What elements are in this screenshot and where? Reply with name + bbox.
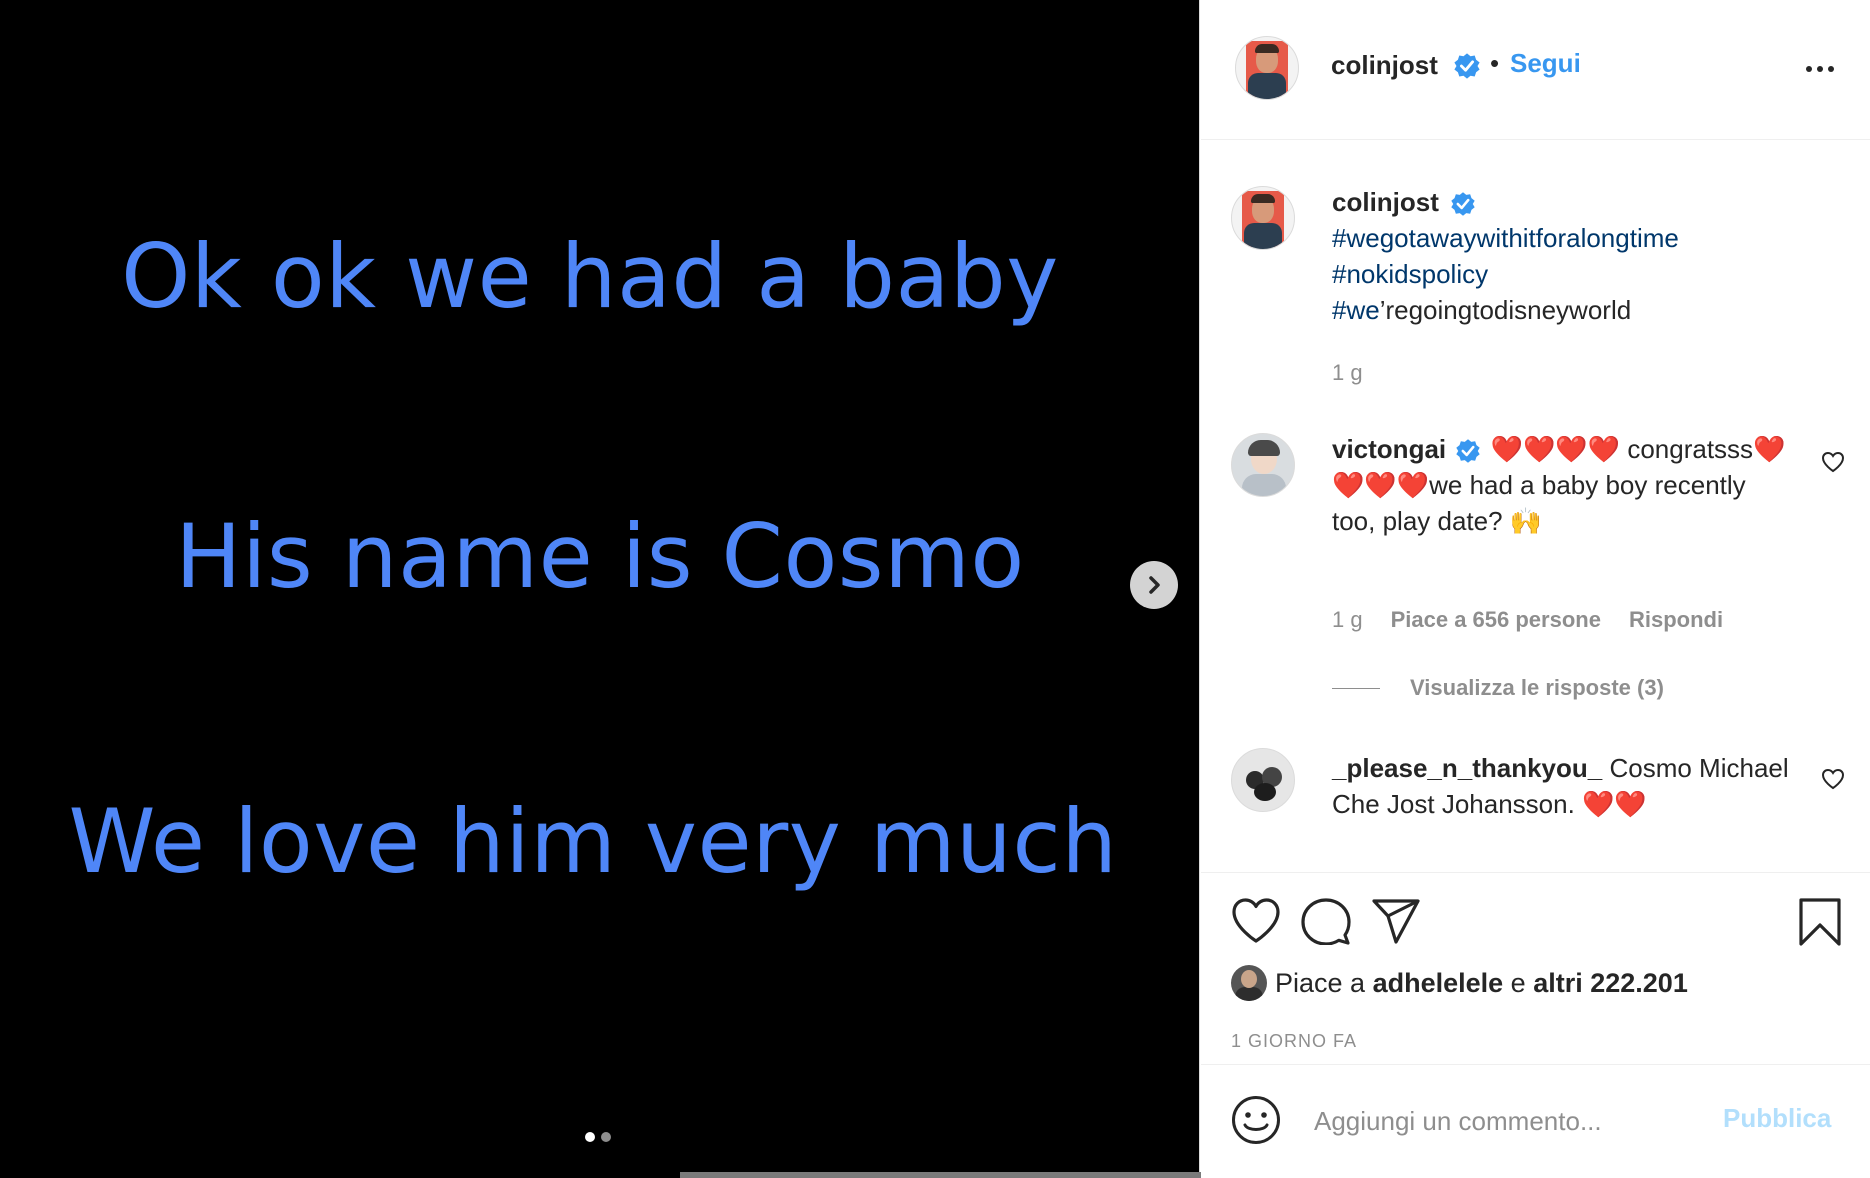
carousel-dot-1 (585, 1132, 595, 1142)
comment-meta: 1 g Piace a 656 persone Rispondi (1332, 607, 1723, 633)
bookmark-icon[interactable] (1798, 897, 1842, 947)
post-timestamp[interactable]: 1 GIORNO FA (1231, 1031, 1357, 1052)
carousel-indicator (585, 1132, 611, 1142)
comment-input[interactable] (1314, 1099, 1734, 1143)
comment-username[interactable]: _please_n_thankyou_ (1332, 753, 1602, 783)
heart-icon[interactable] (1821, 450, 1845, 474)
likes-summary[interactable]: Piace a adhelelele e altri 222.201 (1231, 965, 1688, 1001)
media-text-line-2: His name is Cosmo (175, 505, 1025, 608)
comment: _please_n_thankyou_ Cosmo Michael Che Jo… (1332, 750, 1792, 822)
carousel-dot-2 (601, 1132, 611, 1142)
emoji-smiley-icon[interactable] (1231, 1095, 1281, 1145)
comment-username[interactable]: victongai (1332, 434, 1446, 464)
verified-badge-icon (1454, 53, 1480, 79)
publish-button[interactable]: Pubblica (1723, 1103, 1831, 1134)
post-actions: Piace a adhelelele e altri 222.201 1 GIO… (1201, 872, 1870, 1064)
media-text-line-3: We love him very much (68, 790, 1118, 893)
verified-badge-icon (1456, 439, 1481, 463)
comment-bubble-icon[interactable] (1301, 897, 1351, 945)
hashtag-link[interactable]: #wegotawaywithitforalongtime (1332, 223, 1679, 253)
like-heart-icon[interactable] (1231, 897, 1281, 945)
avatar[interactable] (1231, 965, 1267, 1001)
add-comment-bar: Pubblica (1201, 1064, 1870, 1178)
comments-section[interactable]: colinjost #wegotawaywithitforalongtime #… (1201, 140, 1870, 872)
chevron-right-icon (1149, 576, 1160, 594)
hashtag-link[interactable]: #nokidspolicy (1332, 259, 1488, 289)
comment-likes-count[interactable]: Piace a 656 persone (1391, 607, 1601, 633)
caption-time[interactable]: 1 g (1332, 360, 1363, 386)
avatar[interactable] (1231, 433, 1295, 497)
view-replies-label: Visualizza le risposte (3) (1410, 675, 1664, 700)
more-options-icon[interactable] (1806, 66, 1834, 72)
view-replies-button[interactable]: Visualizza le risposte (3) (1332, 675, 1664, 701)
avatar[interactable] (1231, 748, 1295, 812)
header-username[interactable]: colinjost (1331, 50, 1438, 81)
media-text-line-1: Ok ok we had a baby (121, 225, 1059, 328)
comment: victongai ❤️❤️❤️❤️ congratsss❤️❤️❤️❤️we … (1332, 431, 1792, 539)
likes-text: Piace a adhelelele e altri 222.201 (1275, 967, 1688, 998)
liker-username[interactable]: adhelelele (1373, 968, 1504, 998)
post-header: colinjost • Segui (1201, 0, 1870, 140)
follow-button[interactable]: Segui (1510, 48, 1581, 79)
verified-badge-icon (1451, 192, 1475, 216)
heart-icon[interactable] (1821, 767, 1845, 791)
carousel-next-button[interactable] (1130, 561, 1178, 609)
share-paper-plane-icon[interactable] (1371, 897, 1421, 945)
post-side-panel: colinjost • Segui colinjost #wegotawaywi… (1201, 0, 1870, 1178)
comment-time[interactable]: 1 g (1332, 607, 1363, 633)
avatar[interactable] (1231, 186, 1295, 250)
caption-text: ’regoingtodisneyworld (1379, 295, 1632, 325)
post-media[interactable]: Ok ok we had a baby His name is Cosmo We… (0, 0, 1200, 1178)
reply-button[interactable]: Rispondi (1629, 607, 1723, 633)
header-separator: • (1490, 48, 1500, 78)
likes-others-count[interactable]: altri 222.201 (1533, 968, 1688, 998)
avatar[interactable] (1235, 36, 1299, 100)
caption: colinjost #wegotawaywithitforalongtime #… (1332, 184, 1812, 328)
caption-username[interactable]: colinjost (1332, 187, 1439, 217)
hashtag-link[interactable]: #we (1332, 295, 1380, 325)
